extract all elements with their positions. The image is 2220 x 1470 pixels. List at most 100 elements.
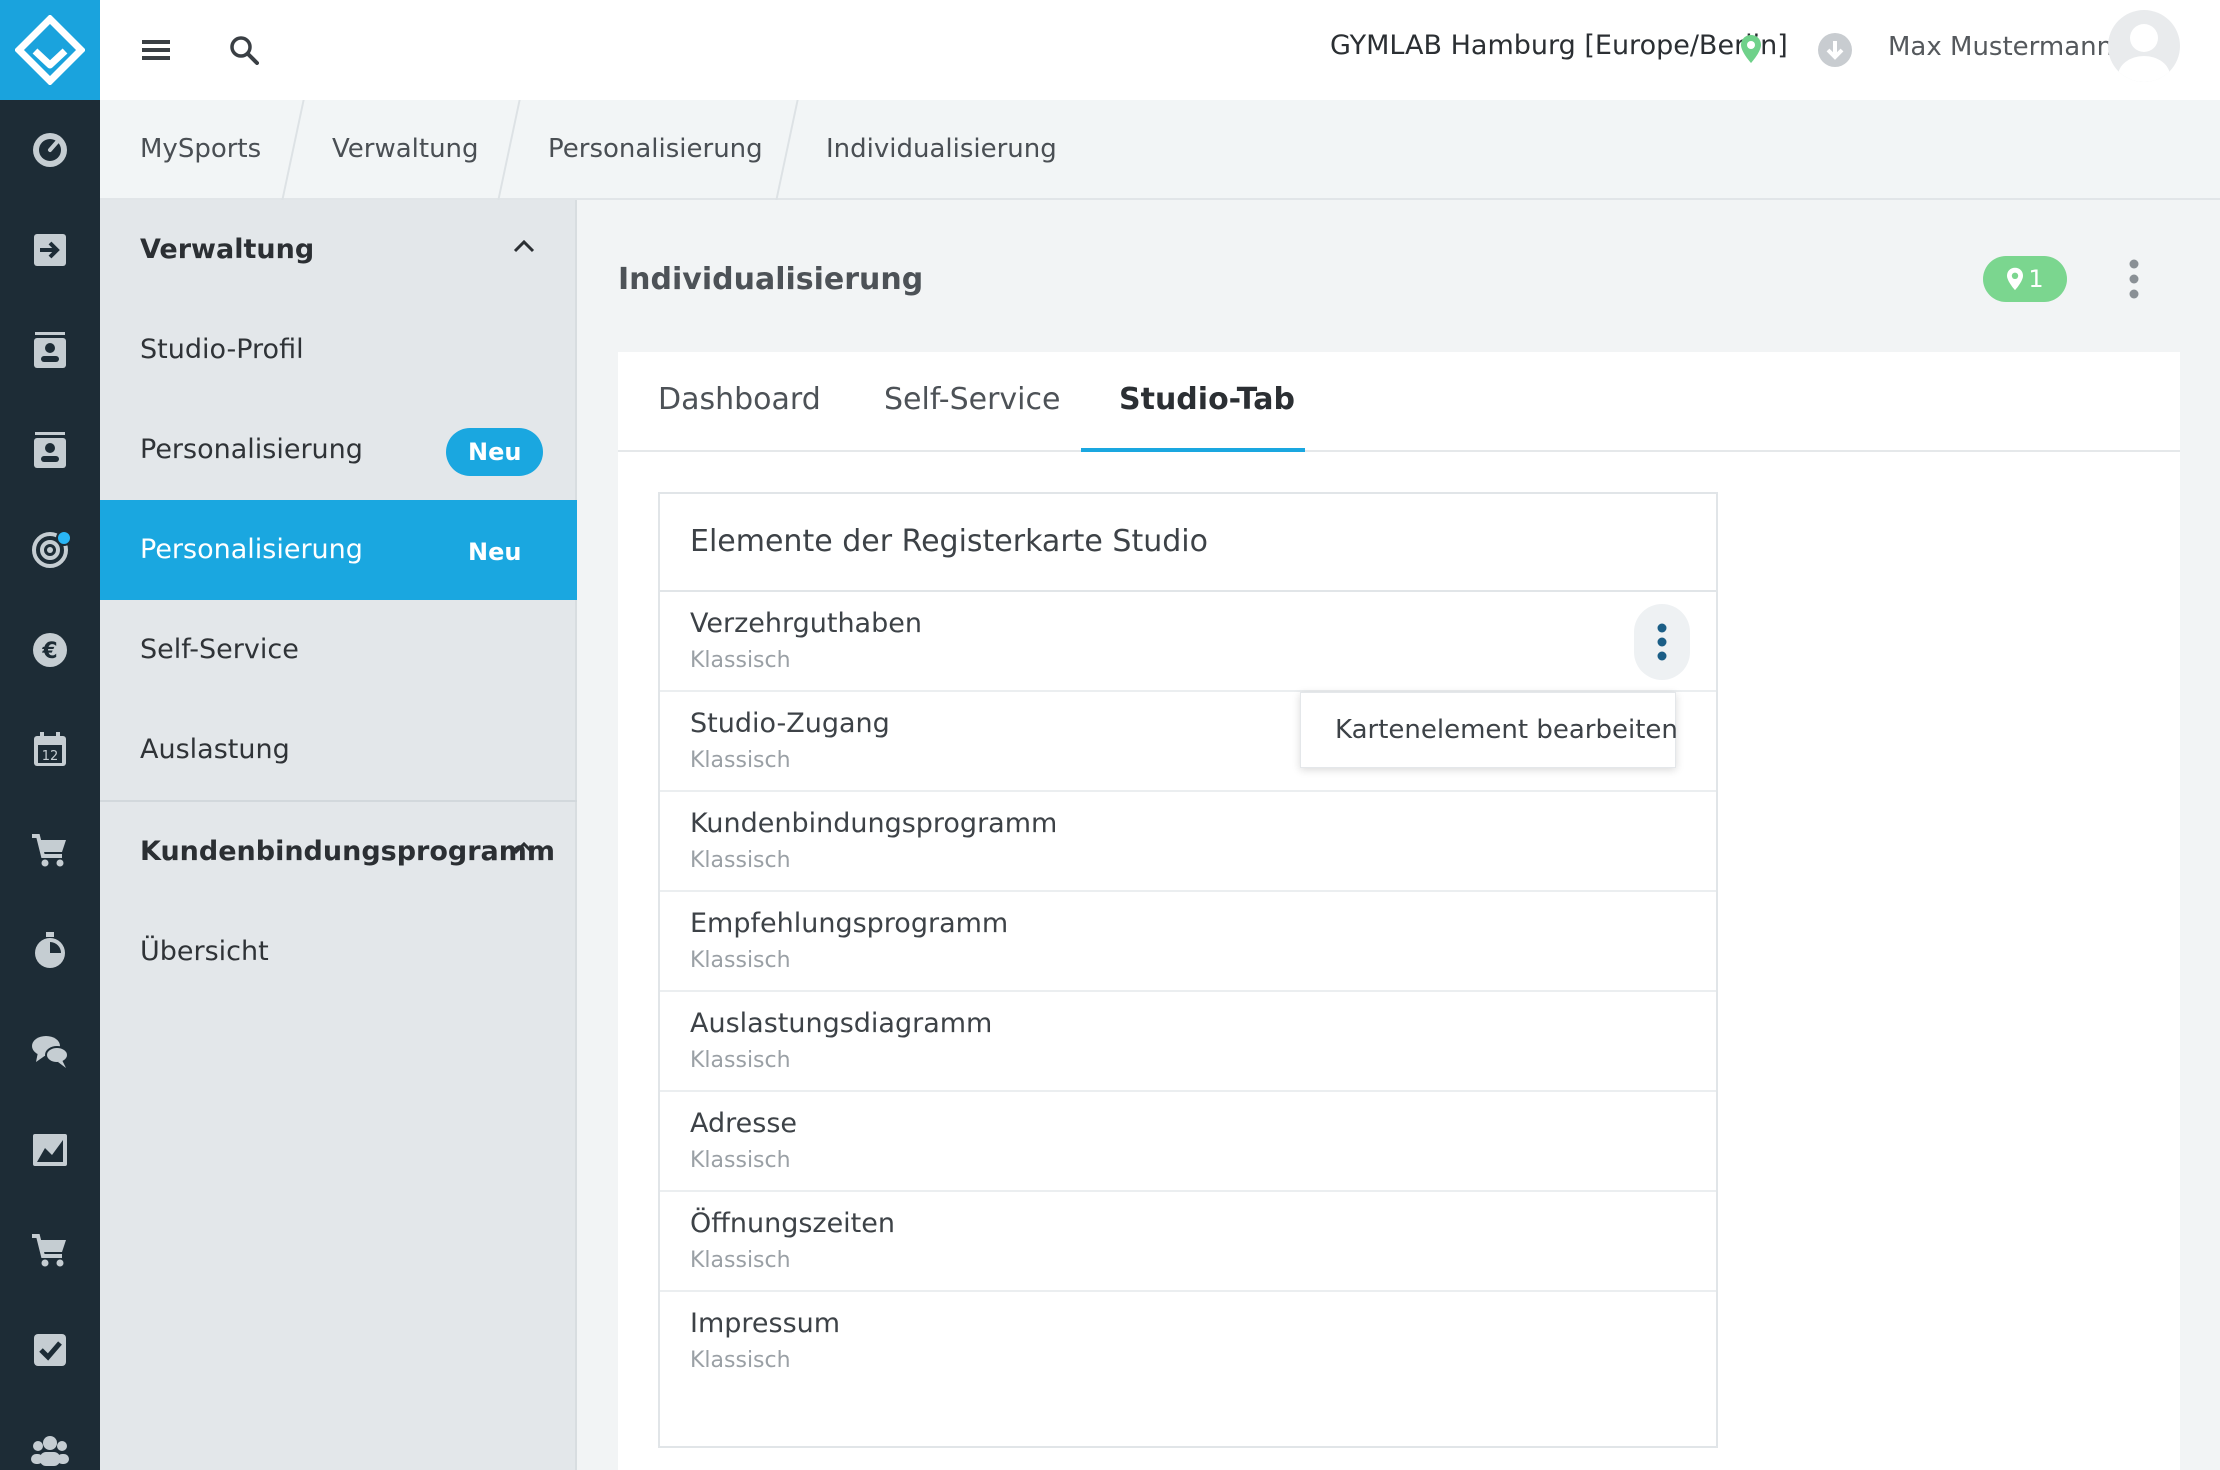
rail-item-shop[interactable] xyxy=(0,1200,100,1300)
shop-icon xyxy=(32,1234,66,1267)
list-item-title: Verzehrguthaben xyxy=(690,608,922,639)
more-options-icon[interactable] xyxy=(2126,258,2142,300)
list-item[interactable]: Öffnungszeiten Klassisch xyxy=(660,1192,1716,1292)
rail-item-chat[interactable] xyxy=(0,1000,100,1100)
list-item-title: Öffnungszeiten xyxy=(690,1208,895,1239)
calendar-icon: 12 xyxy=(34,732,66,766)
list-item[interactable]: Auslastungsdiagramm Klassisch xyxy=(660,992,1716,1092)
rail-item-members[interactable] xyxy=(0,400,100,500)
list-item-title: Kundenbindungsprogramm xyxy=(690,808,1058,839)
sidebar-section-verwaltung[interactable]: Verwaltung xyxy=(100,200,577,300)
notification-dot xyxy=(56,530,72,546)
panel-header: Elemente der Registerkarte Studio xyxy=(660,494,1716,592)
list-item[interactable]: Empfehlungsprogramm Klassisch xyxy=(660,892,1716,992)
content-card: Dashboard Self-Service Studio-Tab Elemen… xyxy=(618,352,2180,1470)
page-title: Individualisierung xyxy=(618,262,924,297)
rail-item-target[interactable] xyxy=(0,500,100,600)
app-logo[interactable] xyxy=(0,0,100,100)
list-item-title: Adresse xyxy=(690,1108,797,1139)
list-item-subtitle: Klassisch xyxy=(690,1148,791,1173)
app-root: € 12 GYMLAB Hamburg [Europe/Berlin] Max … xyxy=(0,0,2220,1470)
list-item-title: Auslastungsdiagramm xyxy=(690,1008,993,1039)
studio-selector[interactable]: GYMLAB Hamburg [Europe/Berlin] xyxy=(1330,30,1788,61)
rail-item-cart[interactable] xyxy=(0,800,100,900)
breadcrumb-item-mysports[interactable]: MySports xyxy=(140,134,261,164)
users-icon xyxy=(31,1436,69,1466)
sidebar-item-studio-profil[interactable]: Studio-Profil xyxy=(100,300,577,400)
list-item-title: Empfehlungsprogramm xyxy=(690,908,1009,939)
breadcrumb-separator xyxy=(281,100,305,200)
menu-button[interactable] xyxy=(136,30,176,70)
sidebar-section-title: Verwaltung xyxy=(140,234,315,265)
rail-item-tasks[interactable] xyxy=(0,1300,100,1400)
euro-icon: € xyxy=(33,633,67,667)
sidebar-item-self-service[interactable]: Self-Service xyxy=(100,600,577,700)
tab-dashboard[interactable]: Dashboard xyxy=(658,382,821,417)
list-item[interactable]: Verzehrguthaben Klassisch xyxy=(660,592,1716,692)
sidebar-item-label: Auslastung xyxy=(140,734,290,765)
sidebar-item-label: Personalisierung xyxy=(140,534,363,565)
members-icon xyxy=(34,432,66,468)
icon-rail: € 12 xyxy=(0,0,100,1470)
breadcrumb-separator xyxy=(775,100,799,200)
rail-item-timer[interactable] xyxy=(0,900,100,1000)
checkin-icon xyxy=(34,234,66,266)
user-name[interactable]: Max Mustermann xyxy=(1888,32,2113,62)
list-item[interactable]: Adresse Klassisch xyxy=(660,1092,1716,1192)
breadcrumb-item-personalisierung[interactable]: Personalisierung xyxy=(548,134,763,164)
search-button[interactable] xyxy=(224,30,264,70)
menu-icon xyxy=(142,40,170,60)
sidebar-section-title: Kundenbindungsprogramm xyxy=(140,836,556,867)
rail-item-calendar[interactable]: 12 xyxy=(0,700,100,800)
rail-item-contacts[interactable] xyxy=(0,300,100,400)
sidebar-item-uebersicht[interactable]: Übersicht xyxy=(100,902,577,1002)
avatar[interactable] xyxy=(2108,10,2180,82)
rail-item-users[interactable] xyxy=(0,1400,100,1470)
list-item-title: Studio-Zugang xyxy=(690,708,890,739)
list-item-subtitle: Klassisch xyxy=(690,948,791,973)
menu-item-edit-card-element[interactable]: Kartenelement bearbeiten xyxy=(1335,715,1678,745)
row-menu-button[interactable] xyxy=(1634,604,1690,680)
timer-icon xyxy=(35,932,65,968)
panel-title: Elemente der Registerkarte Studio xyxy=(690,524,1208,559)
tab-studio-tab[interactable]: Studio-Tab xyxy=(1119,382,1295,417)
top-bar: GYMLAB Hamburg [Europe/Berlin] Max Muste… xyxy=(100,0,2220,100)
rail-item-checkin[interactable] xyxy=(0,200,100,300)
avatar-placeholder-icon xyxy=(2118,24,2170,82)
active-tab-indicator xyxy=(1081,448,1305,452)
download-icon[interactable] xyxy=(1817,32,1853,68)
chevron-up-icon xyxy=(513,239,535,253)
cart-icon xyxy=(32,834,66,867)
breadcrumb-item-verwaltung[interactable]: Verwaltung xyxy=(332,134,479,164)
location-count-badge[interactable]: 1 xyxy=(1983,256,2067,302)
list-item-subtitle: Klassisch xyxy=(690,748,791,773)
tab-self-service[interactable]: Self-Service xyxy=(884,382,1060,417)
sidebar-section-kundenbindungsprogramm[interactable]: Kundenbindungsprogramm xyxy=(100,802,577,902)
logo-icon xyxy=(15,15,85,85)
rail-item-finance[interactable]: € xyxy=(0,600,100,700)
svg-text:12: 12 xyxy=(42,749,59,764)
new-badge: Neu xyxy=(468,538,522,566)
list-item-subtitle: Klassisch xyxy=(690,848,791,873)
sidebar-item-personalisierung[interactable]: Personalisierung Neu xyxy=(100,400,577,500)
contacts-icon xyxy=(34,332,66,368)
chat-icon xyxy=(32,1036,69,1068)
sidebar-item-auslastung[interactable]: Auslastung xyxy=(100,700,577,800)
list-item-title: Impressum xyxy=(690,1308,841,1339)
rail-item-statistics[interactable] xyxy=(0,1100,100,1200)
chevron-up-icon xyxy=(513,841,535,855)
studio-elements-panel: Elemente der Registerkarte Studio Verzeh… xyxy=(658,492,1718,1448)
list-item-subtitle: Klassisch xyxy=(690,1248,791,1273)
new-badge: Neu xyxy=(446,428,544,476)
list-item-subtitle: Klassisch xyxy=(690,648,791,673)
sidebar-item-label: Studio-Profil xyxy=(140,334,304,365)
list-item[interactable]: Impressum Klassisch xyxy=(660,1292,1716,1392)
location-pin-icon xyxy=(2007,267,2024,291)
sidebar-item-personalisierung-active[interactable]: Personalisierung Neu xyxy=(100,500,577,600)
location-pin-icon xyxy=(1741,35,1761,63)
rail-item-dashboard[interactable] xyxy=(0,100,100,200)
list-item[interactable]: Kundenbindungsprogramm Klassisch xyxy=(660,792,1716,892)
breadcrumb: MySports Verwaltung Personalisierung Ind… xyxy=(100,100,2220,200)
tasks-icon xyxy=(34,1334,66,1366)
sidebar-item-label: Self-Service xyxy=(140,634,299,665)
